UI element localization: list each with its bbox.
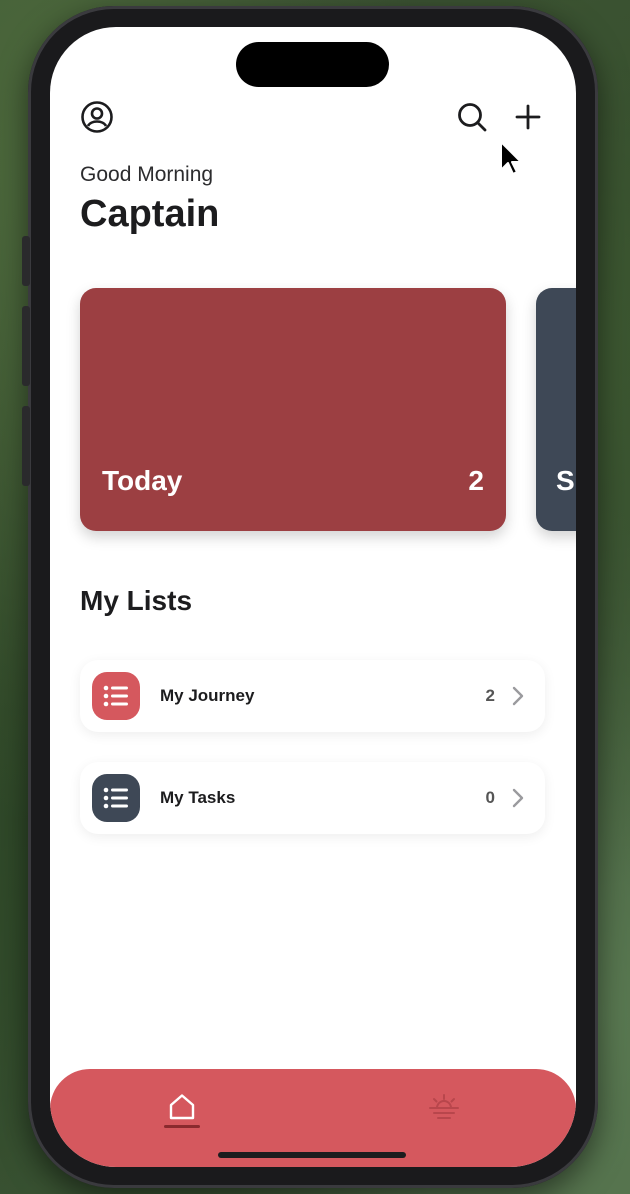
list-item-my-tasks[interactable]: My Tasks 0 [80, 762, 545, 834]
app-screen: Good Morning Captain Today 2 S My Lists … [50, 27, 576, 1167]
greeting-subtitle: Good Morning [80, 163, 214, 186]
list-item-count: 2 [485, 686, 495, 705]
section-title: My Lists [80, 585, 193, 616]
search-icon [458, 103, 487, 132]
home-icon [169, 1094, 195, 1120]
greeting-name: Captain [80, 193, 220, 235]
person-circle-icon [81, 101, 113, 133]
tab-bar [50, 1069, 576, 1167]
list-icon [92, 672, 140, 720]
profile-button[interactable] [77, 97, 117, 137]
list-icon [92, 774, 140, 822]
tab-home[interactable] [157, 1085, 207, 1129]
search-button[interactable] [452, 97, 492, 137]
today-card[interactable]: Today 2 [80, 288, 506, 531]
list-item-my-journey[interactable]: My Journey 2 [80, 660, 545, 732]
list-item-label: My Tasks [160, 788, 236, 807]
dynamic-island [236, 42, 389, 87]
chevron-right-icon [512, 686, 524, 706]
tab-selection-indicator [164, 1125, 200, 1128]
chevron-right-icon [512, 788, 524, 808]
card-count: 2 [468, 465, 484, 496]
volume-down-button [22, 406, 30, 486]
card-label: S [556, 465, 575, 496]
volume-up-button [22, 306, 30, 386]
list-item-label: My Journey [160, 686, 255, 705]
plus-icon [515, 104, 541, 130]
add-button[interactable] [508, 97, 548, 137]
card-label: Today [102, 465, 183, 496]
sunrise-icon [429, 1094, 459, 1119]
tab-sunrise[interactable] [419, 1085, 469, 1129]
home-indicator[interactable] [218, 1152, 406, 1158]
next-card[interactable]: S [536, 288, 576, 531]
mouse-cursor-icon [500, 141, 522, 175]
list-item-count: 0 [485, 788, 495, 807]
action-button [22, 236, 30, 286]
